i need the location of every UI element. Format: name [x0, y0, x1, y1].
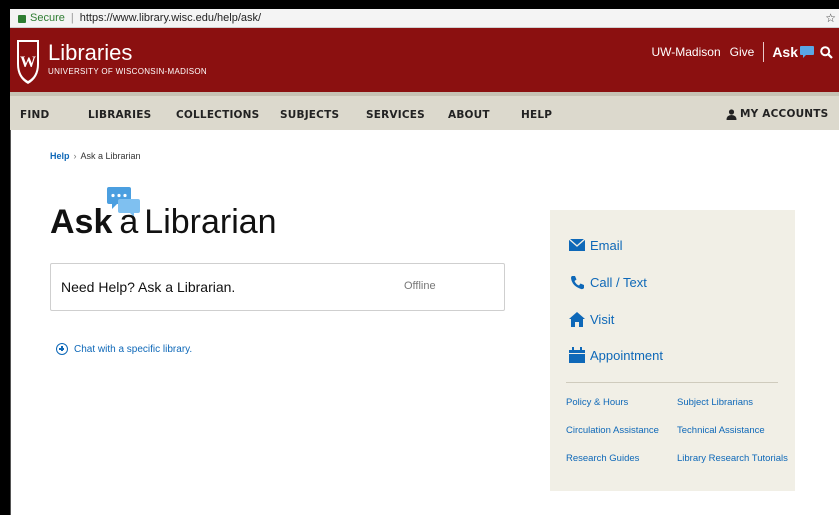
secure-label: Secure [30, 12, 65, 24]
url-text[interactable]: https://www.library.wisc.edu/help/ask/ [80, 12, 261, 24]
nav-about[interactable]: ABOUT [448, 109, 490, 121]
brand-subtitle: UNIVERSITY OF WISCONSIN-MADISON [48, 67, 207, 76]
uw-madison-link[interactable]: UW-Madison [651, 45, 720, 59]
policy-hours-link[interactable]: Policy & Hours [566, 397, 628, 408]
technical-assistance-link[interactable]: Technical Assistance [677, 425, 765, 436]
ask-link[interactable]: Ask [772, 44, 798, 60]
nav-subjects[interactable]: SUBJECTS [280, 109, 339, 121]
address-separator: | [70, 12, 74, 24]
content-border [10, 130, 11, 515]
nav-help[interactable]: HELP [521, 109, 552, 121]
sidebar-divider [566, 382, 778, 383]
breadcrumb-help[interactable]: Help [50, 151, 70, 161]
my-accounts-link[interactable]: MY ACCOUNTS [726, 108, 828, 120]
give-link[interactable]: Give [730, 45, 755, 59]
user-icon [726, 108, 737, 120]
email-link[interactable]: Email [568, 237, 623, 253]
title-librarian: Librarian [144, 203, 277, 241]
envelope-icon [568, 237, 586, 253]
appointment-label: Appointment [590, 347, 663, 363]
chat-specific-label: Chat with a specific library. [74, 343, 193, 355]
header-links: UW-Madison Give Ask [651, 42, 833, 62]
search-icon[interactable] [820, 45, 833, 59]
phone-icon [568, 274, 586, 290]
email-label: Email [590, 237, 623, 253]
window-frame-top [0, 0, 839, 9]
nav-libraries[interactable]: LIBRARIES [88, 109, 151, 121]
research-guides-link[interactable]: Research Guides [566, 453, 639, 464]
contact-sidebar: Email Call / Text Visit Appointment Poli… [550, 210, 795, 491]
visit-link[interactable]: Visit [568, 311, 614, 327]
nav-services[interactable]: SERVICES [366, 109, 425, 121]
breadcrumb-current: Ask a Librarian [80, 151, 141, 161]
window-frame-left [0, 0, 10, 515]
calendar-icon [568, 347, 586, 363]
address-bar[interactable]: Secure | https://www.library.wisc.edu/he… [10, 9, 839, 28]
my-accounts-label: MY ACCOUNTS [740, 108, 829, 120]
page-title: Ask a Librarian [50, 202, 277, 242]
main-nav: FIND LIBRARIES COLLECTIONS SUBJECTS SERV… [10, 92, 839, 130]
title-ask: Ask [50, 203, 113, 241]
call-text-label: Call / Text [590, 274, 647, 290]
breadcrumb: Help › Ask a Librarian [50, 151, 141, 161]
nav-collections[interactable]: COLLECTIONS [176, 109, 259, 121]
plus-circle-icon [56, 343, 68, 355]
lock-icon [18, 15, 26, 23]
circulation-assistance-link[interactable]: Circulation Assistance [566, 425, 659, 436]
svg-text:W: W [20, 54, 36, 71]
breadcrumb-chevron-icon: › [73, 151, 77, 161]
appointment-link[interactable]: Appointment [568, 347, 663, 363]
uw-crest-icon[interactable]: W [14, 34, 42, 86]
chat-bubble-icon [800, 46, 814, 58]
nav-find[interactable]: FIND [20, 109, 49, 121]
home-icon [568, 311, 586, 327]
header-divider [763, 42, 765, 62]
chat-widget[interactable]: Need Help? Ask a Librarian. Offline [50, 263, 505, 311]
chat-prompt: Need Help? Ask a Librarian. [61, 279, 236, 295]
library-research-tutorials-link[interactable]: Library Research Tutorials [677, 453, 788, 464]
subject-librarians-link[interactable]: Subject Librarians [677, 397, 753, 408]
site-header: W Libraries UNIVERSITY OF WISCONSIN-MADI… [10, 28, 839, 92]
call-text-link[interactable]: Call / Text [568, 274, 647, 290]
bookmark-star-icon[interactable]: ☆ [825, 11, 836, 25]
chat-status: Offline [404, 280, 436, 292]
title-a: a [119, 203, 139, 241]
visit-label: Visit [590, 311, 615, 327]
brand-title[interactable]: Libraries [48, 42, 132, 64]
chat-specific-library-link[interactable]: Chat with a specific library. [56, 343, 192, 355]
